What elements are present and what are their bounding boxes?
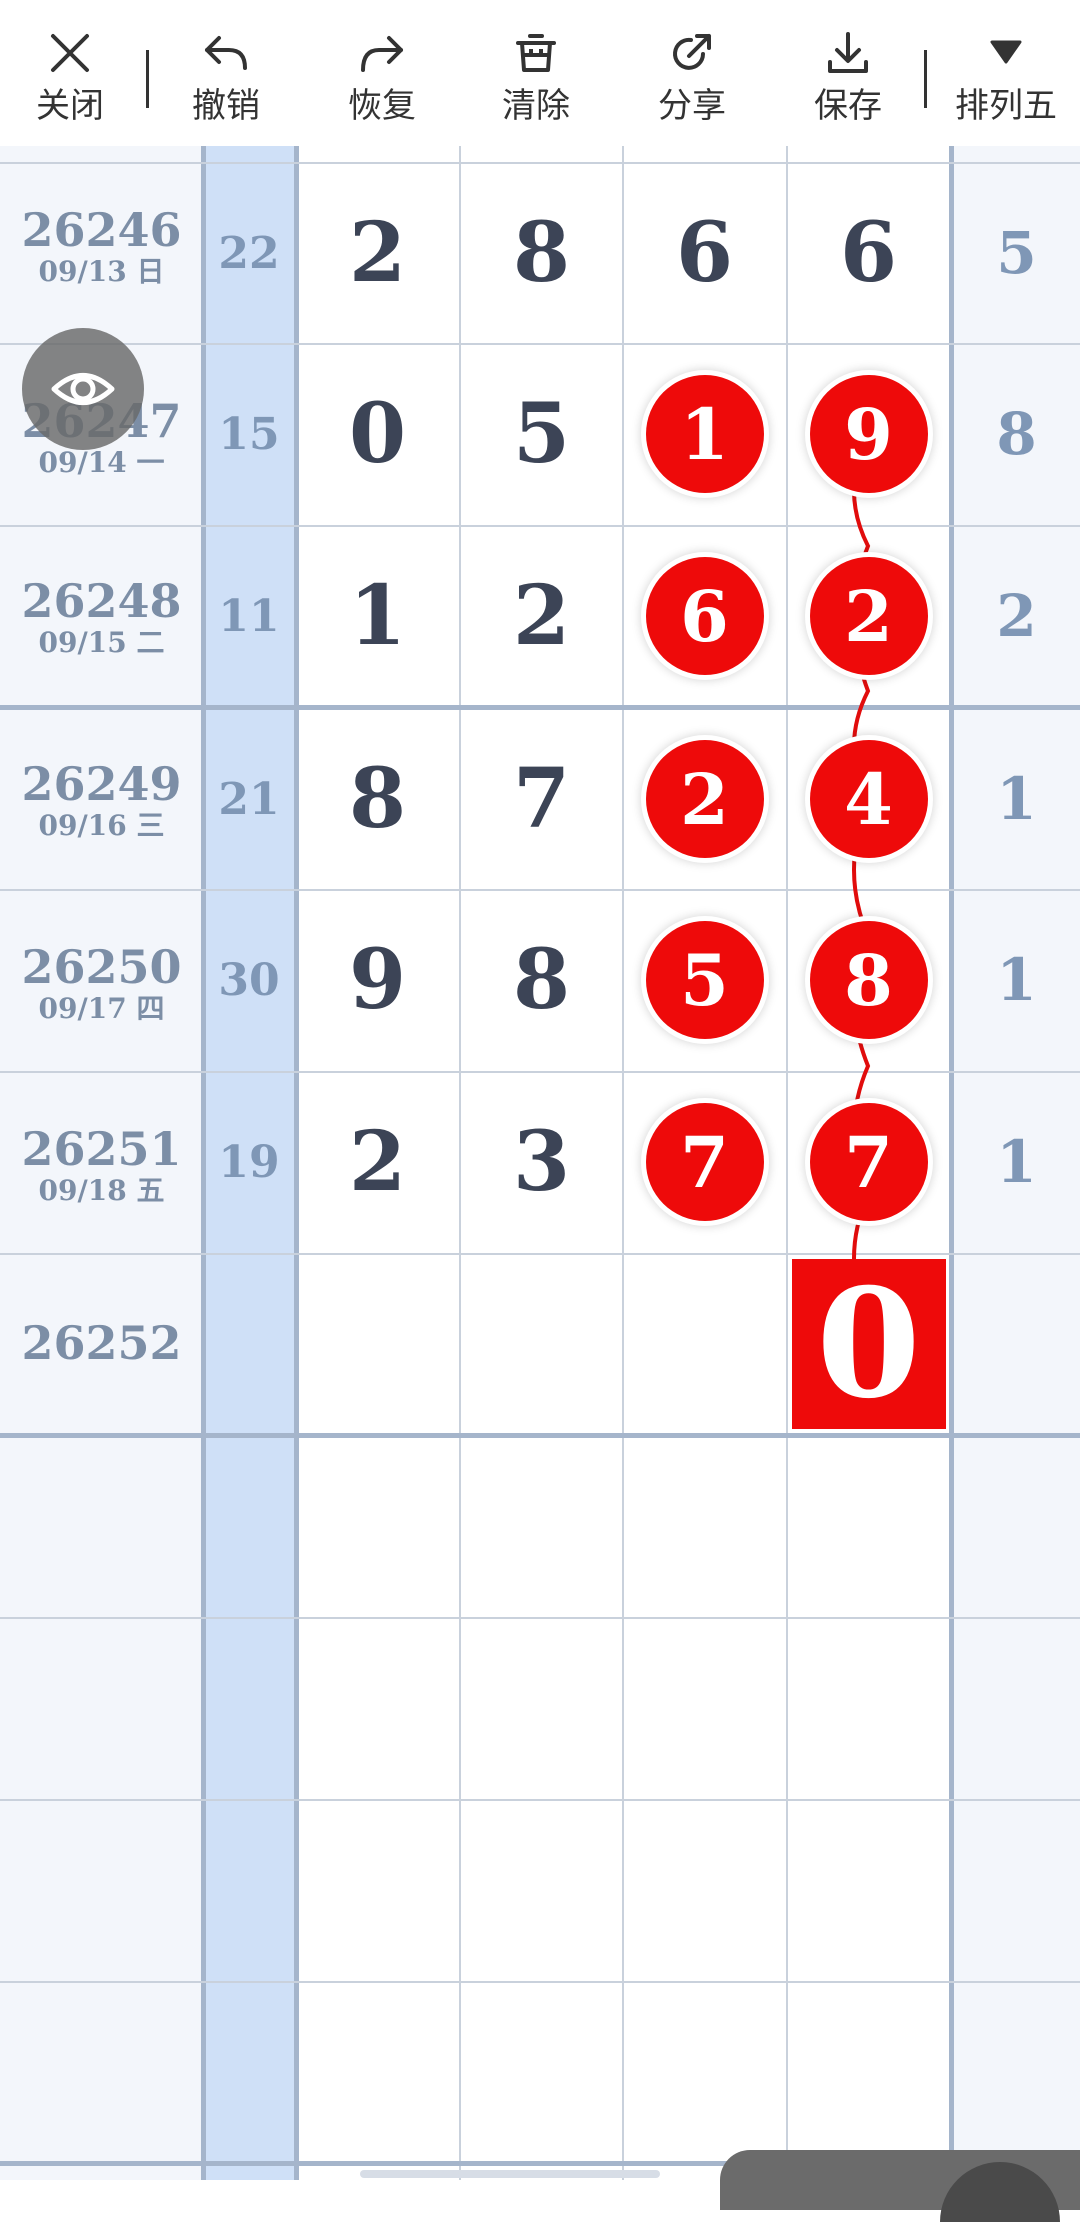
close-label: 关闭 (36, 86, 104, 126)
save-button[interactable]: 保存 (778, 0, 918, 146)
marked-ball: 5 (645, 921, 764, 1039)
share-label: 分享 (658, 86, 726, 126)
share-button[interactable]: 分享 (622, 0, 762, 146)
download-icon (828, 32, 868, 73)
eye-icon (51, 373, 115, 405)
redo-button[interactable]: 恢复 (312, 0, 452, 146)
trash-icon (516, 34, 556, 72)
close-button[interactable]: 关闭 (0, 0, 140, 146)
close-icon (51, 34, 89, 72)
undo-icon (205, 36, 247, 70)
marked-ball: 2 (645, 740, 764, 858)
undo-button[interactable]: 撤销 (156, 0, 296, 146)
share-icon (673, 34, 711, 70)
marked-ball: 4 (809, 740, 928, 858)
marked-ball: 1 (645, 375, 764, 493)
digit-4-cell[interactable]: 0 (787, 1253, 950, 1435)
trend-chart-grid[interactable]: 26246 09/13 日 22 2 8 6 6 5 26247 09/14 一… (0, 146, 1080, 2180)
clear-label: 清除 (502, 86, 570, 126)
marked-ball: 7 (645, 1103, 764, 1221)
grid-hline (0, 1981, 1080, 1983)
marked-ball: 2 (809, 557, 928, 675)
bottom-handle[interactable] (720, 2150, 1080, 2222)
toolbar-divider (924, 50, 927, 108)
grid-hline (0, 1617, 1080, 1619)
pending-pick-block: 0 (791, 1256, 946, 1432)
marked-ball: 6 (645, 557, 764, 675)
triangle-down-icon (990, 40, 1022, 64)
bottom-handle-knob[interactable] (940, 2162, 1060, 2222)
marked-ball: 9 (809, 375, 928, 493)
horizontal-scrollbar[interactable] (360, 2170, 660, 2178)
marked-ball: 8 (809, 921, 928, 1039)
toolbar: 关闭 撤销 恢复 清除 分享 保存 排列五 (0, 0, 1080, 146)
clear-button[interactable]: 清除 (466, 0, 606, 146)
redo-icon (361, 36, 403, 72)
undo-label: 撤销 (192, 86, 260, 126)
toolbar-divider (146, 50, 149, 108)
marked-ball: 7 (809, 1103, 928, 1221)
save-label: 保存 (814, 86, 882, 126)
grid-hline (0, 1799, 1080, 1801)
lottery-type-dropdown[interactable]: 排列五 (936, 0, 1076, 146)
redo-label: 恢复 (348, 86, 416, 126)
visibility-toggle-button[interactable] (22, 328, 144, 450)
lottery-type-label: 排列五 (955, 86, 1057, 126)
